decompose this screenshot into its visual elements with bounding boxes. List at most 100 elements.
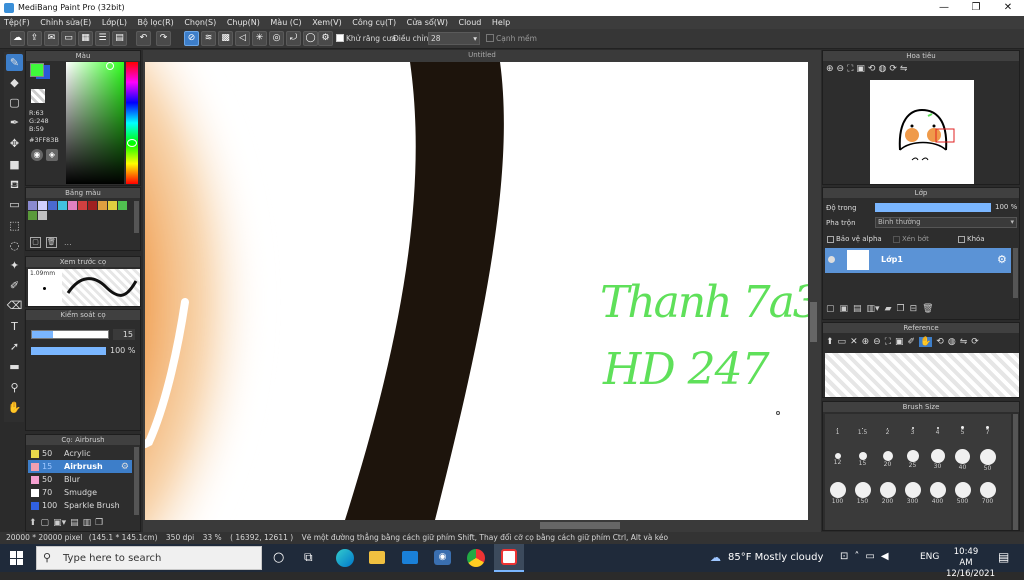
palette-swatch[interactable] [38,211,47,220]
minimize-button[interactable]: — [928,0,960,16]
brush-item-airbrush[interactable]: 15 Airbrush ⚙ [28,460,132,473]
palette-scrollbar[interactable] [134,201,139,233]
rotate-reset-icon[interactable]: ◍ [948,337,956,347]
flip-icon[interactable]: ⇋ [900,64,908,74]
move-tool-icon[interactable]: ✥ [6,135,23,152]
brush-size-cell[interactable]: 4 [925,416,950,441]
clock[interactable]: 10:49 AM 12/16/2021 [946,547,995,580]
select-pen-tool-icon[interactable]: ✐ [6,277,23,294]
operation-tool-icon[interactable]: ➚ [6,338,23,355]
brush-item-smudge[interactable]: 70 Smudge [28,486,132,499]
brush-size-cell[interactable]: 5 [950,416,975,441]
brush-item-blur[interactable]: 50 Blur [28,473,132,486]
adjust-field[interactable]: 28 ▾ [428,32,480,45]
lasso-tool-icon[interactable]: ◌ [6,237,23,254]
file-explorer-icon[interactable] [369,551,385,564]
merge-layer-icon[interactable]: ⊟ [910,304,918,314]
text-tool-icon[interactable]: T [6,318,23,335]
palette-swatch[interactable] [58,201,67,210]
hscroll-thumb[interactable] [540,522,620,529]
brush-size-cell[interactable]: 7 [975,416,1000,441]
pen-tool-icon[interactable]: ✒ [6,114,23,131]
menu-layer[interactable]: Lớp(L) [98,16,131,29]
fit-icon[interactable]: ⛶ [847,64,853,74]
menu-color[interactable]: Màu (C) [266,16,305,29]
palette-swatch[interactable] [38,201,47,210]
navigator-thumbnail[interactable] [870,80,974,184]
hue-slider[interactable] [126,62,138,184]
brush-size-cell[interactable]: 400 [925,482,950,507]
lock-checkbox[interactable] [958,236,965,243]
new-brush-icon[interactable]: ▢ [41,518,50,528]
brush-size-cell[interactable]: 500 [950,482,975,507]
rotate-right-icon[interactable]: ⟳ [971,337,979,347]
undo-icon[interactable]: ↶ [136,31,151,46]
color-mode-icon[interactable]: ◈ [46,149,58,161]
hand-tool-icon[interactable]: ✋ [6,399,23,416]
canvas-hscrollbar[interactable] [145,521,808,530]
add-brush-icon[interactable]: ⬆ [29,518,37,528]
rotate-left-icon[interactable]: ⟲ [868,64,876,74]
layer-row-1[interactable]: Lớp1 ⚙ [825,248,1011,273]
brush-size-cell[interactable]: 100 [825,482,850,507]
palette-swatch[interactable] [68,201,77,210]
layer-blend-select[interactable]: Bình thường ▾ [875,217,1017,228]
rotate-left-icon[interactable]: ⟲ [936,337,944,347]
select-eraser-tool-icon[interactable]: ⌫ [6,297,23,314]
actual-size-icon[interactable]: ▣ [856,64,865,74]
brush-size-cell[interactable]: 20 [875,449,900,474]
divide-tool-icon[interactable]: ▬ [6,358,23,375]
gear-icon[interactable]: ⚙ [997,253,1007,266]
clipping-checkbox[interactable] [893,236,900,243]
vscroll-thumb[interactable] [810,302,817,342]
snap-curve-icon[interactable]: ⤾ [286,31,301,46]
snap-parallel-icon[interactable]: ≋ [201,31,216,46]
palette-swatch[interactable] [28,211,37,220]
tray-app-icon[interactable]: ⊡ [840,551,848,562]
color-wheel-icon[interactable]: ◉ [31,149,43,161]
export-icon[interactable]: ⇪ [27,31,42,46]
brush-size-slider[interactable] [31,330,109,339]
menu-window[interactable]: Cửa sổ(W) [403,16,452,29]
panel-icon[interactable]: ▭ [61,31,76,46]
reference-area[interactable] [825,353,1019,397]
brush-size-value[interactable]: 15 [113,329,135,340]
snap-off-icon[interactable]: ⊘ [184,31,199,46]
brush-size-scrollbar[interactable] [1013,414,1018,530]
brush-item-acrylic[interactable]: 50 Acrylic [28,447,132,460]
list-icon[interactable]: ☰ [95,31,110,46]
reference-upload-icon[interactable]: ⬆ [826,337,834,347]
rect-fill-tool-icon[interactable]: ■ [6,156,23,173]
fit-icon[interactable]: ⛶ [885,337,891,347]
menu-help[interactable]: Help [488,16,514,29]
palette-more[interactable]: ... [64,238,72,247]
magic-wand-tool-icon[interactable]: ✦ [6,257,23,274]
cloud-icon[interactable]: ☁ [10,31,25,46]
brush-delete-icon[interactable]: ▥ [83,518,92,528]
palette-swatch[interactable] [28,201,37,210]
brush-list-scrollbar[interactable] [134,447,139,515]
zoom-in-icon[interactable]: ⊕ [826,64,834,74]
delete-palette-icon[interactable]: 🗑 [46,237,57,248]
snap-grid-icon[interactable]: ▩ [218,31,233,46]
flip-icon[interactable]: ⇋ [960,337,968,347]
tray-chevron-icon[interactable]: ˄ [854,551,859,562]
bucket-tool-icon[interactable]: ⛾ [6,176,23,193]
brush-size-cell[interactable]: 300 [900,482,925,507]
duplicate-layer-icon[interactable]: ❐ [897,304,905,314]
palette-swatch[interactable] [108,201,117,210]
drawing-canvas[interactable]: Thanh 7a3 HD 247 [145,62,808,520]
language-indicator[interactable]: ENG [920,552,939,562]
color-sv-picker[interactable] [66,62,124,184]
cortana-icon[interactable]: ○ [273,550,284,565]
zoom-out-icon[interactable]: ⊖ [873,337,881,347]
brush-copy-icon[interactable]: ❐ [95,518,103,528]
antialias-checkbox[interactable] [336,34,344,42]
brush-size-cell[interactable]: 50 [975,449,1000,474]
network-icon[interactable]: ▭ [865,551,874,562]
gradient-tool-icon[interactable]: ▭ [6,196,23,213]
menu-view[interactable]: Xem(V) [308,16,346,29]
edge-icon[interactable] [336,549,354,567]
add-layer-menu-icon[interactable]: ▥▾ [867,304,880,314]
new-layer-1bit-icon[interactable]: ▤ [853,304,862,314]
